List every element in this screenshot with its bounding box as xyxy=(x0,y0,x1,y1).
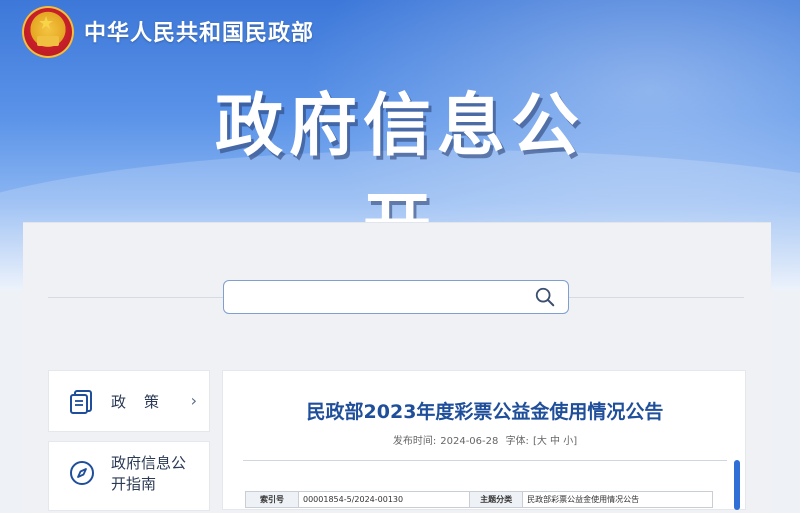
sidebar-item-label: 政府信息公开指南 xyxy=(111,454,187,493)
article-card: 民政部2023年度彩票公益金使用情况公告 发布时间: 2024-06-28 字体:… xyxy=(222,370,746,510)
search-box[interactable] xyxy=(223,280,569,314)
national-emblem-icon[interactable]: ★ xyxy=(22,6,74,58)
document-stack-icon xyxy=(70,390,92,414)
publish-date: 2024-06-28 xyxy=(440,436,499,447)
sidebar-item-label: 政策 xyxy=(111,393,178,411)
font-label: 字体: xyxy=(505,436,529,447)
compass-icon xyxy=(70,461,94,485)
article-title: 民政部2023年度彩票公益金使用情况公告 xyxy=(306,401,664,423)
publish-label: 发布时间: xyxy=(392,436,437,447)
scrollbar-thumb[interactable] xyxy=(734,460,740,510)
emblem-gate-icon xyxy=(37,36,59,46)
article-meta: 发布时间: 2024-06-28 字体: [大 中 小] xyxy=(223,432,747,447)
emblem-star-icon: ★ xyxy=(38,13,55,34)
chevron-right-icon: › xyxy=(190,391,197,410)
sidebar-item-guide[interactable]: 政府信息公开指南 xyxy=(48,441,210,511)
ministry-name[interactable]: 中华人民共和国民政部 xyxy=(84,15,314,47)
article-rule xyxy=(243,460,727,461)
font-size-switch[interactable]: [大 中 小] xyxy=(533,436,577,447)
search-icon[interactable] xyxy=(534,286,556,308)
search-input[interactable] xyxy=(234,285,528,309)
sidebar-item-policy[interactable]: 政策 › xyxy=(48,370,210,432)
